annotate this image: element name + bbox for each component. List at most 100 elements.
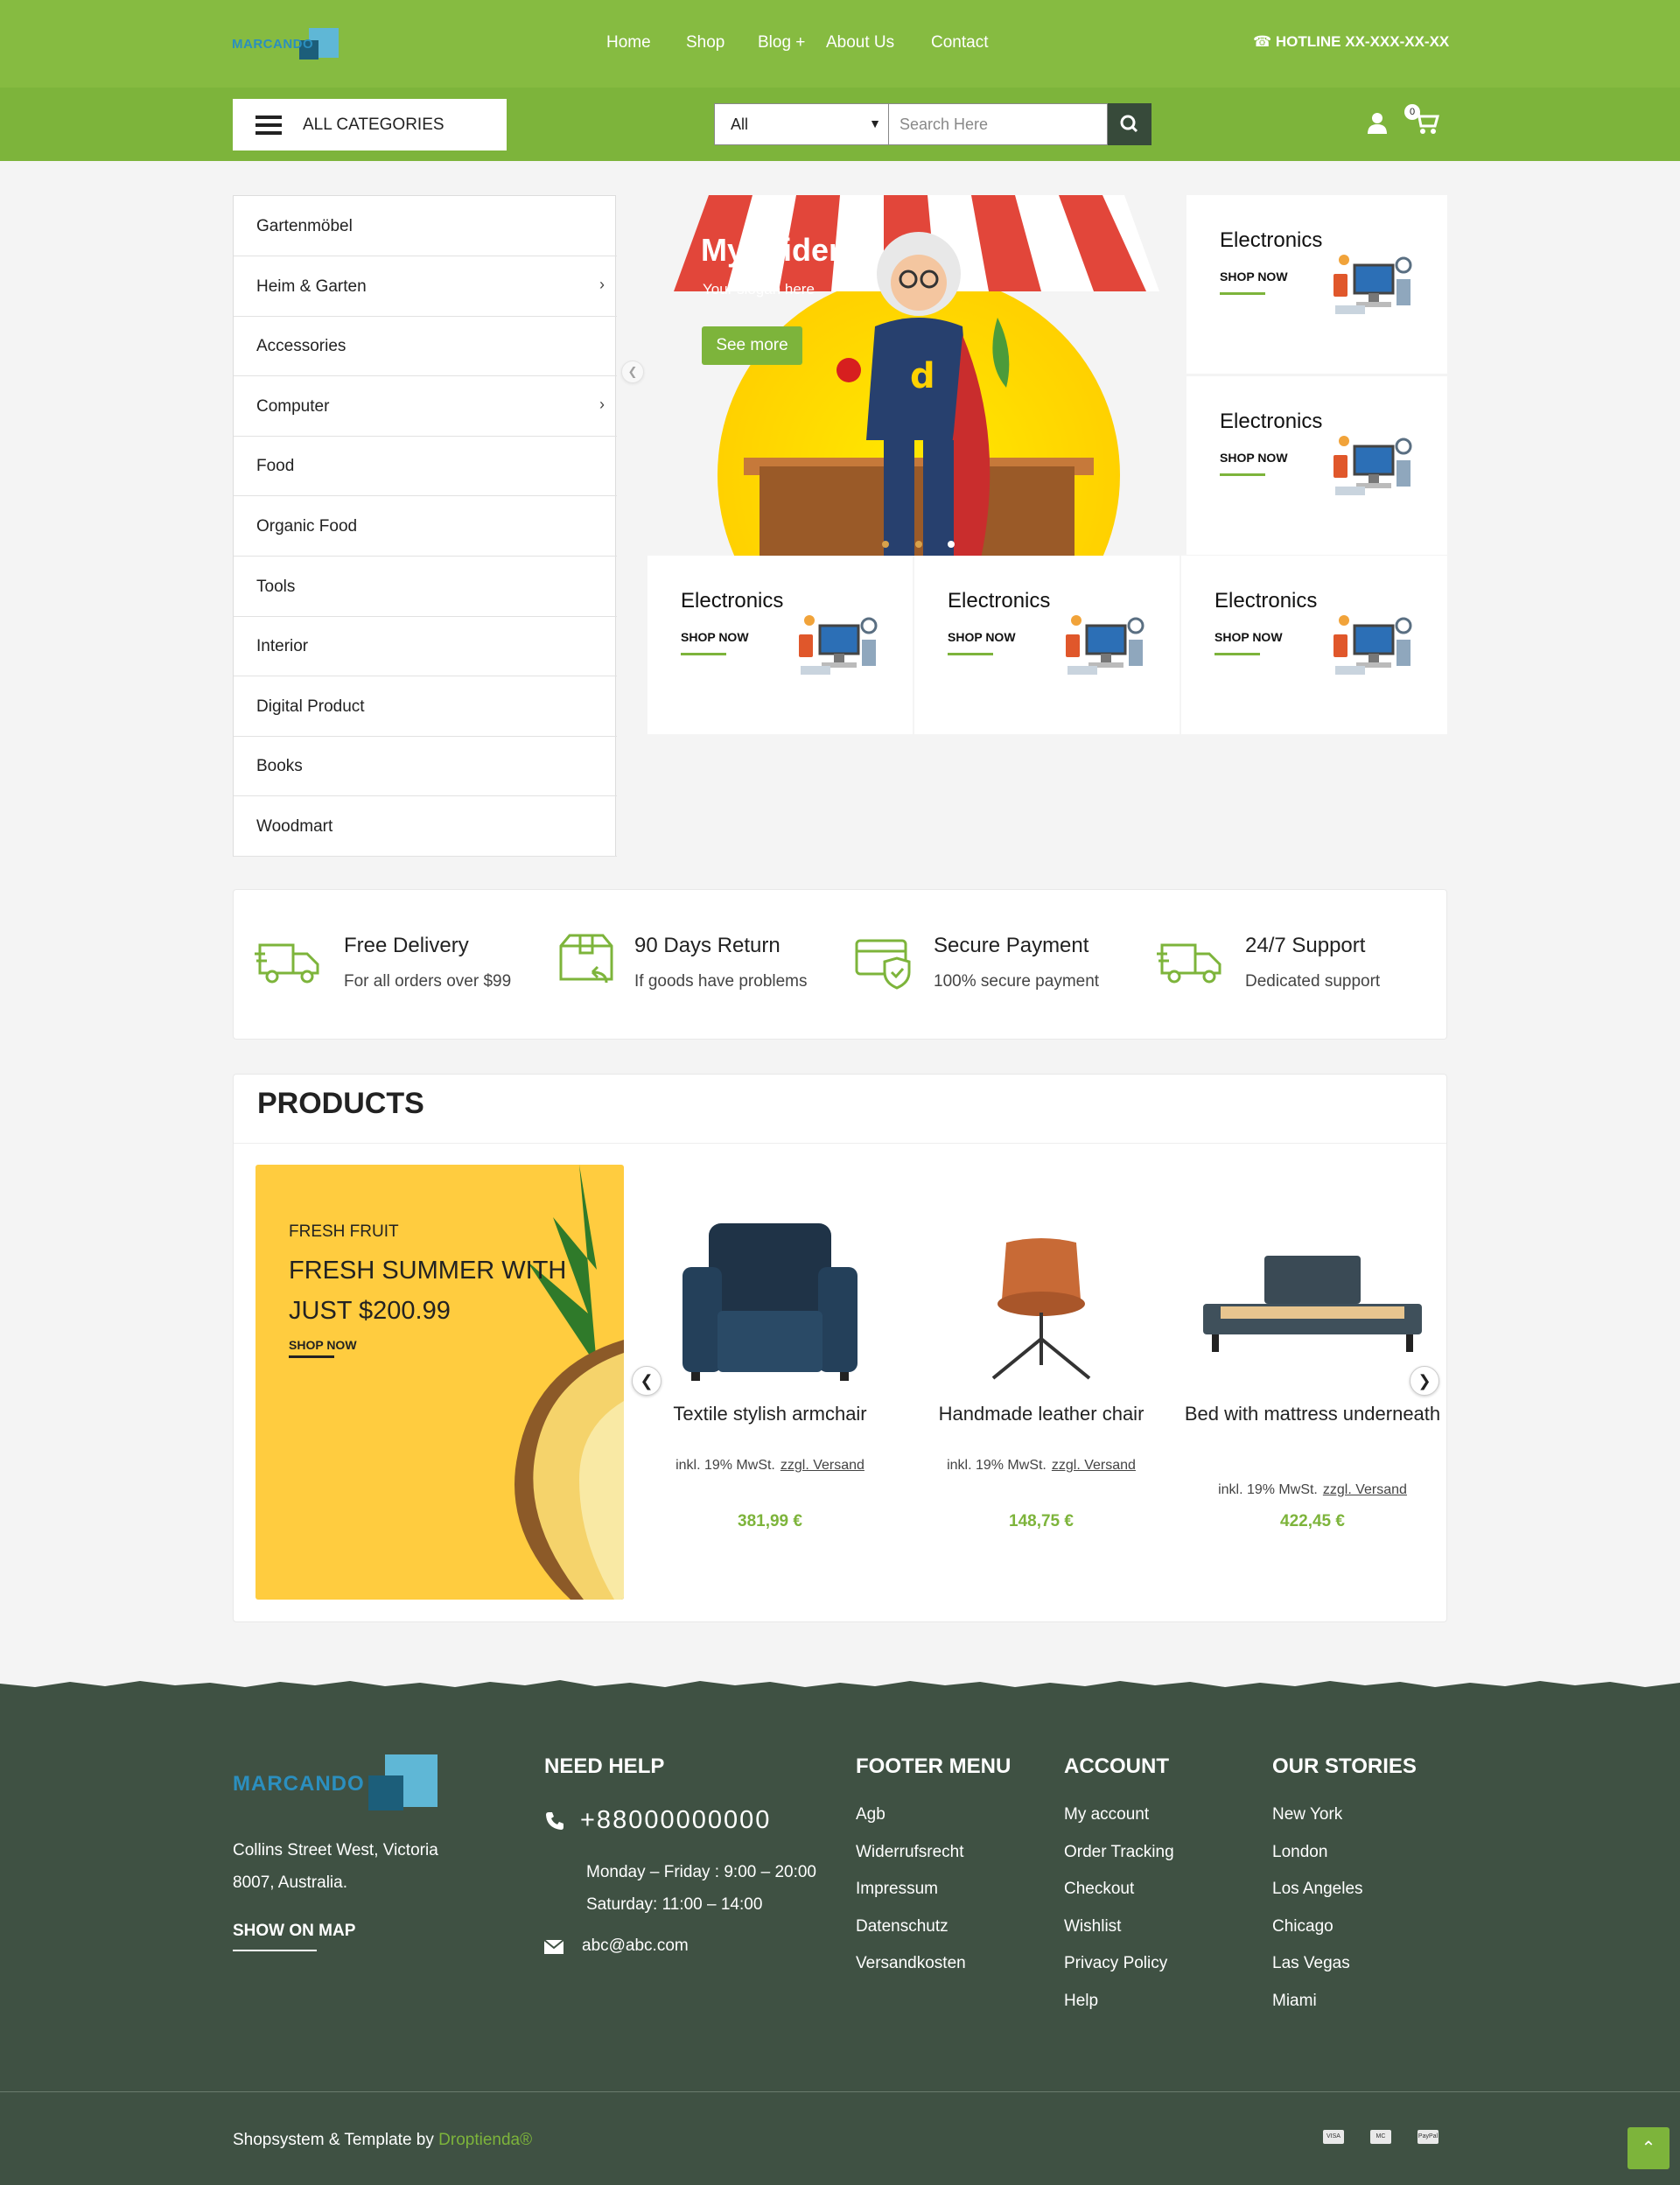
sidebar-item[interactable]: Tools: [234, 557, 617, 617]
sidebar-item-label: Books: [256, 757, 303, 776]
sidebar-item-label: Woodmart: [256, 817, 333, 836]
nav-about-us[interactable]: About Us: [826, 33, 894, 53]
promo-tile-electronics[interactable]: Electronics SHOP NOW: [648, 556, 913, 734]
leather-chair-image: [991, 1238, 1091, 1380]
back-to-top-button[interactable]: ⌃: [1628, 2127, 1670, 2169]
footer-link[interactable]: Los Angeles: [1272, 1880, 1363, 1899]
sidebar-item[interactable]: Gartenmöbel: [234, 196, 617, 256]
sidebar-item-label: Digital Product: [256, 697, 365, 716]
banner-shop-now-link[interactable]: SHOP NOW: [289, 1338, 357, 1352]
slider-dot-3-active[interactable]: [948, 541, 955, 548]
footer-hours-weekday: Monday – Friday : 9:00 – 20:00: [586, 1863, 816, 1881]
footer-phone[interactable]: +88000000000: [580, 1806, 771, 1835]
promo-title: Electronics: [681, 589, 784, 613]
product-name[interactable]: Textile stylish armchair: [639, 1402, 901, 1426]
footer-link[interactable]: Agb: [856, 1805, 886, 1824]
shipping-link[interactable]: zzgl. Versand: [780, 1458, 864, 1473]
all-categories-button[interactable]: ALL CATEGORIES: [233, 99, 507, 151]
chevron-left-icon: ❮: [640, 1372, 654, 1390]
promo-shop-now-link[interactable]: SHOP NOW: [948, 630, 1016, 644]
promo-shop-now-link[interactable]: SHOP NOW: [1220, 451, 1288, 465]
product-card[interactable]: Handmade leather chair inkl. 19% MwSt. zz…: [910, 1199, 1172, 1566]
nav-shop[interactable]: Shop: [686, 33, 724, 53]
products-next-button[interactable]: ❯: [1410, 1366, 1439, 1396]
feature-description: 100% secure payment: [934, 972, 1100, 991]
search-icon: [1120, 115, 1138, 133]
account-heading: ACCOUNT: [1064, 1754, 1169, 1778]
nav-blog[interactable]: Blog +: [758, 33, 805, 53]
footer-link[interactable]: Versandkosten: [856, 1954, 966, 1973]
promo-tile-electronics[interactable]: Electronics SHOP NOW: [914, 556, 1180, 734]
armchair-image: [682, 1223, 858, 1381]
show-on-map-link[interactable]: SHOW ON MAP: [233, 1922, 355, 1941]
nav-contact[interactable]: Contact: [931, 33, 988, 53]
search-button[interactable]: [1108, 103, 1152, 145]
phone-icon: [546, 1812, 564, 1830]
footer-link[interactable]: London: [1272, 1843, 1327, 1862]
slider-title: My Slider: [701, 232, 842, 268]
pineapple-illustration: [514, 1165, 624, 1600]
promo-tile-electronics[interactable]: Electronics SHOP NOW: [1186, 376, 1447, 555]
product-tax: inkl. 19% MwSt. zzgl. Versand: [947, 1458, 1136, 1473]
logo[interactable]: MARCANDO: [232, 28, 346, 61]
promo-underline: [948, 653, 993, 655]
promo-shop-now-link[interactable]: SHOP NOW: [681, 630, 749, 644]
banner-headline: FRESH SUMMER WITH JUST $200.99: [289, 1257, 567, 1325]
sidebar-item[interactable]: Books: [234, 736, 617, 797]
slider-dot-1[interactable]: [882, 541, 889, 548]
promo-tile-electronics[interactable]: Electronics SHOP NOW: [1181, 556, 1447, 734]
slider-prev-button[interactable]: ❮: [621, 361, 644, 383]
product-name[interactable]: Bed with mattress underneath: [1181, 1402, 1444, 1426]
fresh-fruit-banner[interactable]: FRESH FRUIT FRESH SUMMER WITH JUST $200.…: [256, 1165, 624, 1600]
footer-link[interactable]: Las Vegas: [1272, 1954, 1350, 1973]
electronics-image: [1334, 615, 1412, 675]
hero-slider[interactable]: d My Slider Your slogan here See more: [648, 195, 1186, 556]
footer-email[interactable]: abc@abc.com: [582, 1936, 689, 1956]
footer-divider: [0, 2091, 1680, 2092]
see-more-button[interactable]: See more: [702, 326, 802, 365]
product-name[interactable]: Handmade leather chair: [910, 1402, 1172, 1426]
promo-shop-now-link[interactable]: SHOP NOW: [1214, 630, 1283, 644]
slider-dot-2[interactable]: [915, 541, 922, 548]
sidebar-item[interactable]: Organic Food: [234, 496, 617, 557]
footer-link[interactable]: Chicago: [1272, 1917, 1334, 1936]
footer-logo[interactable]: MARCANDO: [233, 1754, 443, 1812]
sidebar-item[interactable]: Woodmart: [234, 796, 617, 857]
footer-link[interactable]: Widerrufsrecht: [856, 1843, 964, 1862]
footer-link[interactable]: Privacy Policy: [1064, 1954, 1167, 1973]
footer-link[interactable]: Miami: [1272, 1992, 1317, 2011]
promo-underline: [1220, 292, 1265, 295]
footer-link[interactable]: Order Tracking: [1064, 1843, 1174, 1862]
products-prev-button[interactable]: ❮: [632, 1366, 662, 1396]
electronics-image: [1334, 255, 1412, 314]
shipping-link[interactable]: zzgl. Versand: [1052, 1458, 1136, 1473]
footer-link[interactable]: Help: [1064, 1992, 1098, 2011]
electronics-image: [1066, 615, 1144, 675]
shipping-link[interactable]: zzgl. Versand: [1323, 1482, 1407, 1497]
footer-link[interactable]: Impressum: [856, 1880, 938, 1899]
footer-link[interactable]: Datenschutz: [856, 1917, 948, 1936]
footer-link[interactable]: Checkout: [1064, 1880, 1134, 1899]
sidebar-item[interactable]: Food: [234, 436, 617, 497]
sidebar-item[interactable]: Computer ›: [234, 376, 617, 437]
promo-tile-electronics[interactable]: Electronics SHOP NOW: [1186, 195, 1447, 374]
hotline[interactable]: ☎ HOTLINE XX-XXX-XX-XX: [1253, 33, 1449, 51]
category-select[interactable]: All ▼: [714, 103, 889, 145]
footer-link[interactable]: My account: [1064, 1805, 1149, 1824]
sidebar-item[interactable]: Digital Product: [234, 676, 617, 737]
sidebar-item[interactable]: Interior: [234, 616, 617, 677]
product-card[interactable]: Textile stylish armchair inkl. 19% MwSt.…: [639, 1199, 901, 1566]
product-card[interactable]: Bed with mattress underneath inkl. 19% M…: [1181, 1199, 1444, 1566]
sidebar-item[interactable]: Heim & Garten ›: [234, 256, 617, 317]
electronics-image: [1334, 436, 1412, 495]
sidebar-item[interactable]: Accessories: [234, 316, 617, 377]
nav-home[interactable]: Home: [606, 33, 651, 53]
promo-shop-now-link[interactable]: SHOP NOW: [1220, 270, 1288, 284]
search-input[interactable]: Search Here: [889, 103, 1108, 145]
user-icon[interactable]: [1367, 112, 1388, 139]
footer-link[interactable]: Wishlist: [1064, 1917, 1121, 1936]
droptienda-link[interactable]: Droptienda®: [438, 2131, 532, 2149]
feature-description: For all orders over $99: [344, 972, 512, 991]
truck-icon: [255, 943, 319, 984]
footer-link[interactable]: New York: [1272, 1805, 1342, 1824]
